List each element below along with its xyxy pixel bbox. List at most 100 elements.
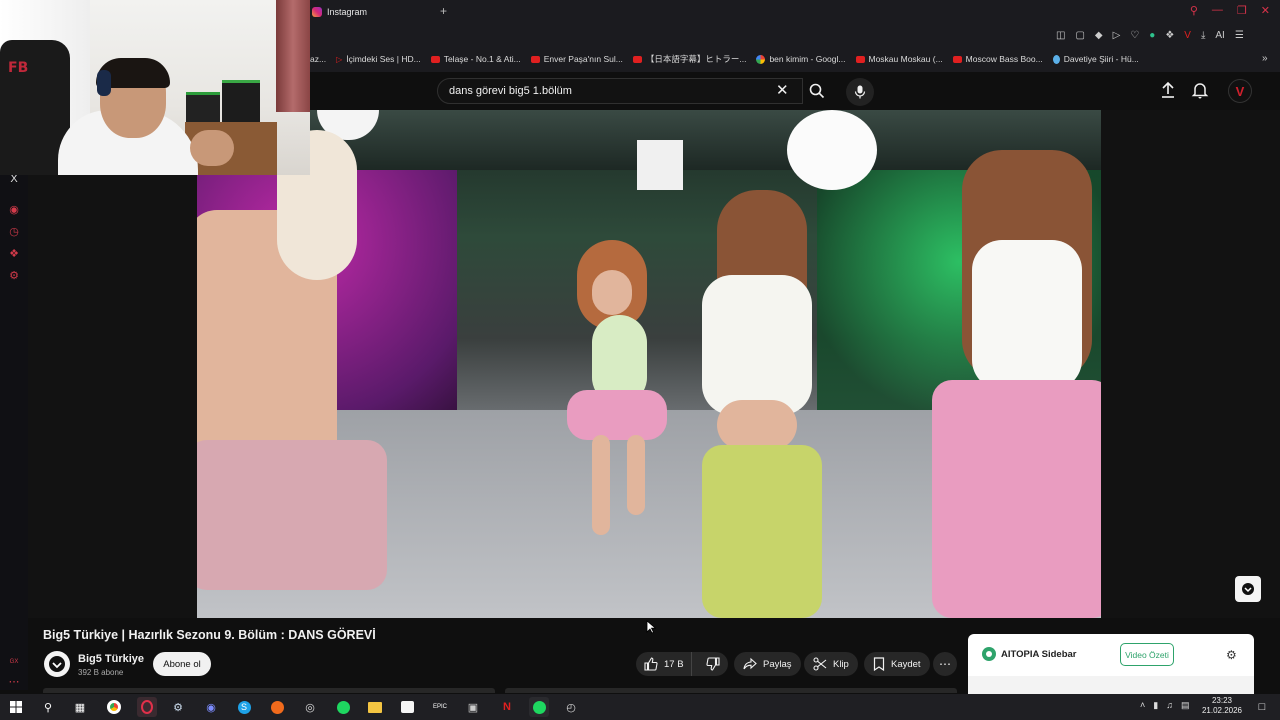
search-input[interactable]: dans görevi big5 1.bölüm bbox=[437, 78, 803, 104]
window-controls: ⚲ — ❐ ✕ bbox=[1190, 4, 1270, 17]
google-icon bbox=[756, 54, 766, 64]
system-tray: ˄ ▮ ♫ ▤ bbox=[1140, 700, 1189, 711]
sidebar-player-icon[interactable]: ◉ bbox=[7, 203, 21, 217]
thumbs-up-icon bbox=[644, 657, 658, 671]
subscriber-count: 392 B abone bbox=[78, 668, 124, 677]
gear-icon[interactable]: ⚙ bbox=[1226, 648, 1237, 662]
video-summary-button[interactable]: Video Özeti bbox=[1120, 643, 1174, 666]
discord-icon[interactable]: ◉ bbox=[201, 697, 221, 717]
menu-icon[interactable]: ☰ bbox=[1235, 30, 1244, 41]
start-button[interactable] bbox=[6, 697, 26, 717]
opera-gx-icon[interactable] bbox=[137, 697, 157, 717]
save-button[interactable]: Kaydet bbox=[864, 652, 930, 676]
chair-logo: FB bbox=[8, 60, 29, 76]
snapshot-icon[interactable]: ▢ bbox=[1075, 30, 1084, 41]
netflix-icon[interactable]: N bbox=[497, 697, 517, 717]
channel-logo-icon bbox=[49, 656, 65, 672]
share-icon bbox=[743, 657, 757, 670]
search-button[interactable] bbox=[803, 78, 831, 104]
play-icon: ▷ bbox=[336, 54, 343, 64]
bookmark-save-icon bbox=[873, 657, 885, 671]
share-button[interactable]: Paylaş bbox=[734, 652, 801, 676]
description-box[interactable] bbox=[505, 688, 957, 693]
ai-button[interactable]: AI bbox=[1215, 30, 1224, 41]
notification-center-icon[interactable]: □ bbox=[1252, 697, 1272, 717]
notifications-button[interactable] bbox=[1190, 80, 1210, 105]
player-icon[interactable]: ▷ bbox=[1113, 30, 1121, 41]
tab-title: Instagram bbox=[327, 7, 368, 17]
bookmark-item[interactable]: az... bbox=[310, 53, 326, 65]
webcam-overlay: FB bbox=[0, 0, 310, 175]
bookmark-item[interactable]: ▷ İçimdeki Ses | HD... bbox=[336, 53, 421, 65]
bookmark-item[interactable]: Enver Paşa'nın Sul... bbox=[530, 53, 623, 65]
description-box[interactable] bbox=[43, 688, 495, 693]
heart-icon[interactable]: ♡ bbox=[1130, 30, 1139, 41]
maximize-icon[interactable]: ❐ bbox=[1237, 4, 1247, 17]
sidebar-extensions-icon[interactable]: ❖ bbox=[7, 247, 21, 261]
youtube-icon bbox=[430, 55, 440, 63]
channel-name[interactable]: Big5 Türkiye bbox=[78, 653, 144, 665]
bookmarks-overflow-icon[interactable]: » bbox=[1262, 53, 1268, 64]
bookmark-item[interactable]: ben kimim - Googl... bbox=[756, 53, 846, 65]
tray-mic-icon[interactable]: ▮ bbox=[1153, 700, 1158, 711]
tab-instagram[interactable]: Instagram bbox=[312, 3, 457, 21]
clear-search-icon[interactable]: ✕ bbox=[776, 81, 789, 99]
sidebar-gx-label[interactable]: GX bbox=[7, 655, 21, 669]
task-view-icon[interactable]: ▦ bbox=[70, 697, 90, 717]
mouse-cursor-icon bbox=[646, 620, 656, 634]
like-button[interactable]: 17 B bbox=[636, 652, 693, 676]
bookmark-item[interactable]: Moskau Moskau (... bbox=[855, 53, 943, 65]
extensions-icon[interactable]: ❖ bbox=[1165, 30, 1174, 41]
bookmark-item[interactable]: Telaşe - No.1 & Ati... bbox=[430, 53, 521, 65]
file-explorer-icon[interactable] bbox=[365, 697, 385, 717]
more-actions-button[interactable]: ⋯ bbox=[933, 652, 957, 676]
account-avatar[interactable]: V bbox=[1228, 79, 1252, 103]
tray-overflow-icon[interactable]: ˄ bbox=[1140, 700, 1145, 711]
gx-corner-icon[interactable]: ● bbox=[1149, 30, 1155, 41]
search-tabs-icon[interactable]: ⚲ bbox=[1190, 4, 1198, 17]
bookmark-list: az... ▷ İçimdeki Ses | HD... Telaşe - No.… bbox=[310, 53, 1139, 65]
bookmark-item[interactable]: 【日本語字幕】ヒトラー... bbox=[632, 53, 746, 65]
video-frame[interactable] bbox=[197, 110, 1101, 618]
vpn-icon[interactable]: V bbox=[1184, 30, 1191, 41]
bookmark-item[interactable]: Moscow Bass Boo... bbox=[952, 53, 1043, 65]
tray-network-icon[interactable]: ▤ bbox=[1181, 700, 1190, 711]
spotify-icon[interactable] bbox=[333, 697, 353, 717]
bookmark-icon[interactable]: ◫ bbox=[1056, 30, 1065, 41]
clock-date: 21.02.2026 bbox=[1201, 706, 1243, 715]
close-window-icon[interactable]: ✕ bbox=[1261, 4, 1270, 17]
obs-icon[interactable]: ◎ bbox=[300, 697, 320, 717]
steam-icon[interactable]: ⚙ bbox=[168, 697, 188, 717]
skype-icon[interactable]: S bbox=[234, 697, 254, 717]
app-gray-icon[interactable]: ▣ bbox=[463, 697, 483, 717]
upload-button[interactable] bbox=[1158, 80, 1178, 105]
sidebar-history-icon[interactable]: ◷ bbox=[7, 225, 21, 239]
search-query: dans görevi big5 1.bölüm bbox=[449, 85, 572, 97]
sidebar-more-icon[interactable]: ⋯ bbox=[7, 675, 21, 689]
spotify-active-icon[interactable] bbox=[529, 697, 549, 717]
bookmark-item[interactable]: Davetiye Şiiri - Hü... bbox=[1052, 53, 1139, 65]
chrome-icon[interactable] bbox=[104, 697, 124, 717]
taskbar-search-icon[interactable]: ⚲ bbox=[38, 697, 58, 717]
subscribe-button[interactable]: Abone ol bbox=[153, 652, 211, 676]
store-icon[interactable] bbox=[397, 697, 417, 717]
minimize-icon[interactable]: — bbox=[1212, 4, 1223, 17]
browser-toolbar: ◫ ▢ ◆ ▷ ♡ ● ❖ V ⤓ AI ☰ bbox=[1056, 30, 1244, 41]
more-icon: ⋯ bbox=[939, 657, 951, 671]
thumbs-down-icon bbox=[706, 657, 720, 671]
video-title: Big5 Türkiye | Hazırlık Sezonu 9. Bölüm … bbox=[43, 628, 376, 642]
taskbar-clock[interactable]: 23:23 21.02.2026 bbox=[1200, 696, 1244, 716]
epic-games-icon[interactable]: EPIC bbox=[430, 697, 450, 717]
clip-button[interactable]: Klip bbox=[804, 652, 858, 676]
sidebar-settings-icon[interactable]: ⚙ bbox=[7, 269, 21, 283]
voice-search-button[interactable] bbox=[846, 78, 874, 106]
channel-avatar[interactable] bbox=[44, 651, 70, 677]
new-tab-button[interactable]: + bbox=[440, 4, 447, 18]
shield-icon[interactable]: ◆ bbox=[1095, 30, 1103, 41]
dislike-button[interactable] bbox=[698, 652, 728, 676]
tray-volume-icon[interactable]: ♫ bbox=[1166, 700, 1173, 711]
download-icon[interactable]: ⤓ bbox=[1201, 30, 1205, 41]
app-orange-icon[interactable] bbox=[267, 697, 287, 717]
system-monitor-icon[interactable]: ◴ bbox=[561, 697, 581, 717]
channel-watermark-button[interactable] bbox=[1235, 576, 1261, 602]
